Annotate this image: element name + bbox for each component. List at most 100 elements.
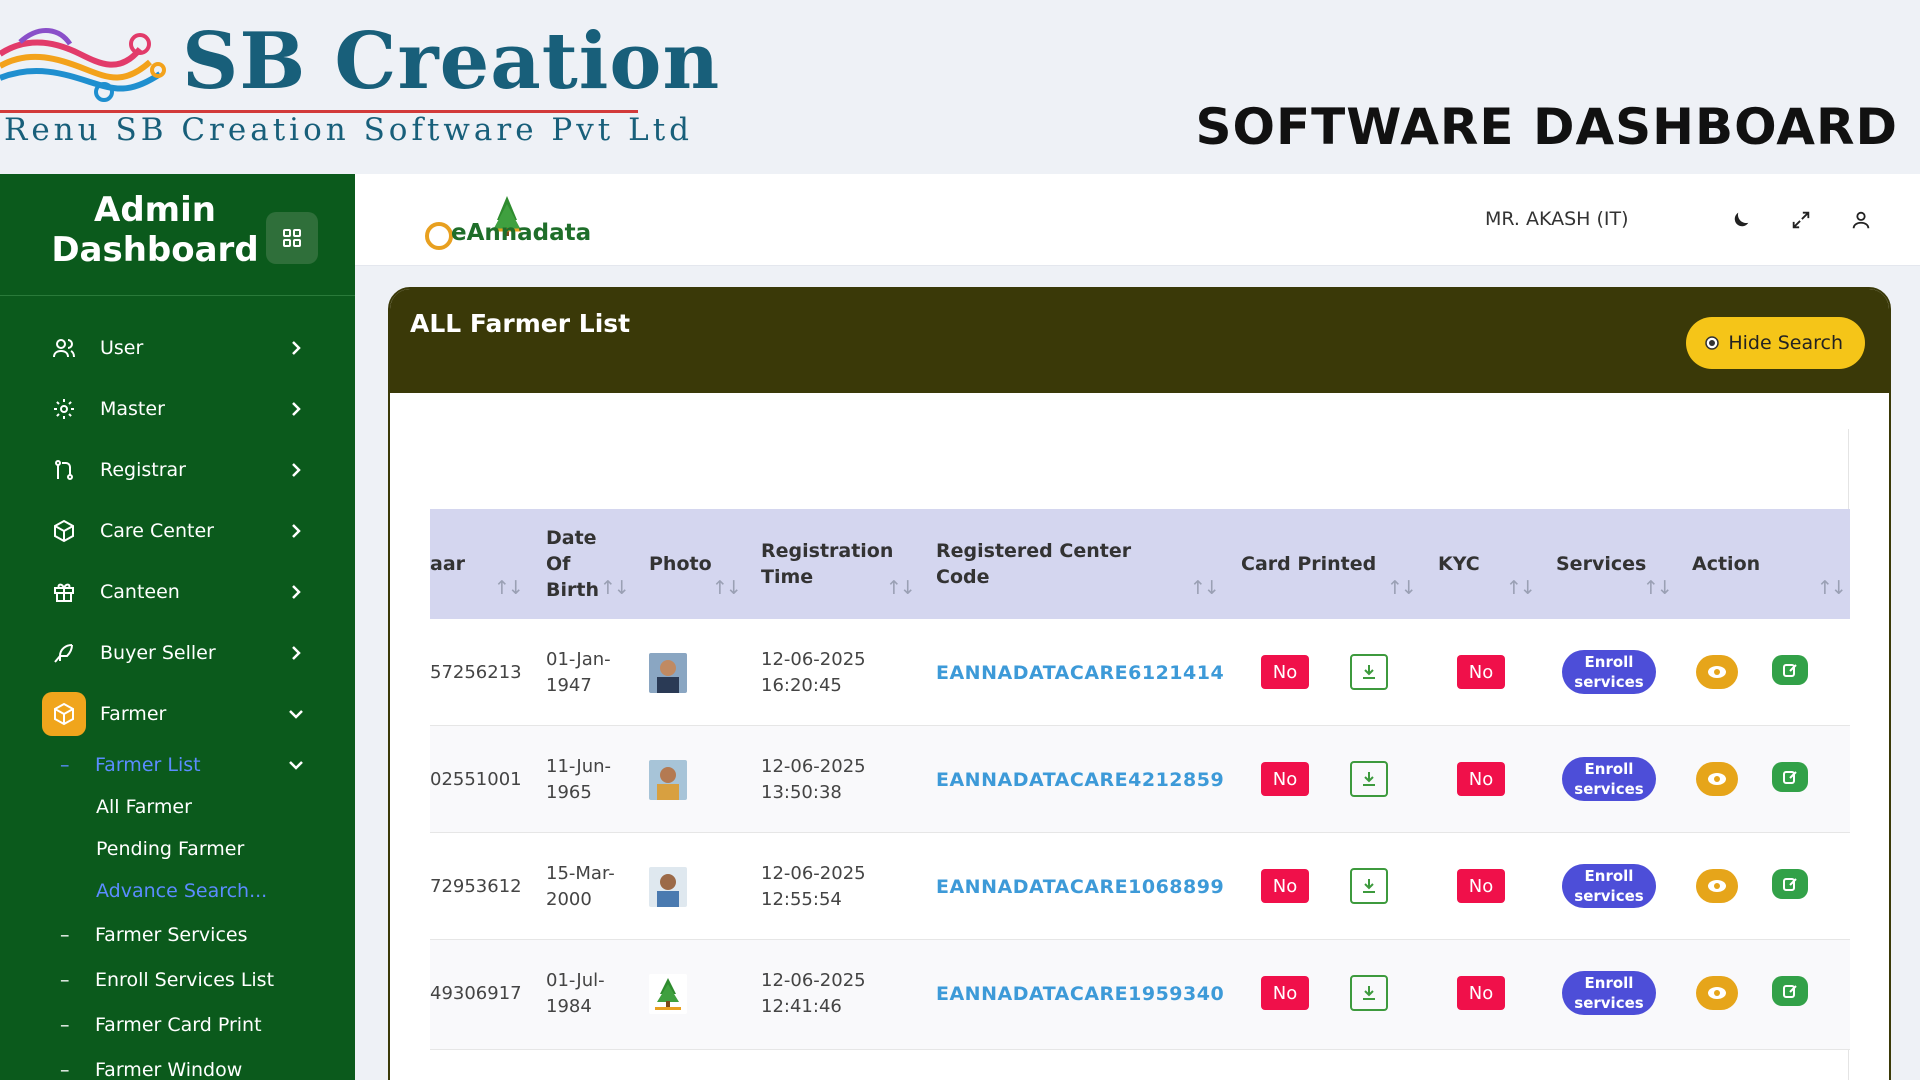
- submenu-all-farmer[interactable]: All Farmer: [0, 786, 355, 828]
- cell-center-code[interactable]: EANNADATACARE6121414: [936, 619, 1224, 726]
- farmer-photo[interactable]: [649, 974, 687, 1014]
- kyc-badge: No: [1457, 869, 1505, 903]
- download-card-button[interactable]: [1350, 761, 1388, 797]
- edit-button[interactable]: [1772, 762, 1808, 792]
- submenu-farmer-services[interactable]: – Farmer Services: [0, 912, 355, 957]
- eye-icon: [1705, 336, 1720, 350]
- chevron-right-icon: [288, 401, 304, 417]
- sidebar-item-farmer[interactable]: Farmer: [0, 683, 355, 744]
- enroll-services-button[interactable]: Enroll services: [1562, 971, 1656, 1015]
- cell-center-code[interactable]: EANNADATACARE1068899: [936, 833, 1224, 940]
- fullscreen-button[interactable]: [1787, 206, 1815, 234]
- enroll-services-button[interactable]: Enroll services: [1562, 864, 1656, 908]
- chevron-right-icon: [288, 462, 304, 478]
- gear-icon: [50, 395, 78, 423]
- download-card-button[interactable]: [1350, 975, 1388, 1011]
- table-row: 57256213 01-Jan- 1947 12-06-2025 16:20:45 …: [430, 619, 1850, 726]
- eye-icon: [1708, 880, 1726, 892]
- profile-button[interactable]: [1847, 206, 1875, 234]
- farmer-photo[interactable]: [649, 867, 687, 907]
- grid-icon: [283, 229, 301, 247]
- cell-registration-time: 12-06-2025 13:50:38: [761, 755, 866, 803]
- brand-banner: SB Creation Renu SB Creation Software Pv…: [0, 0, 719, 160]
- col-services[interactable]: Services: [1556, 509, 1656, 619]
- grid-toggle-button[interactable]: [266, 212, 318, 264]
- cell-dob: 01-Jul- 1984: [546, 969, 605, 1017]
- submenu-pending-farmer[interactable]: Pending Farmer: [0, 828, 355, 870]
- enroll-services-button[interactable]: Enroll services: [1562, 757, 1656, 801]
- submenu-farmer-window[interactable]: – Farmer Window: [0, 1047, 355, 1080]
- col-photo[interactable]: Photo: [649, 509, 729, 619]
- cell-center-code[interactable]: EANNADATACARE4212859: [936, 726, 1224, 833]
- download-icon: [1363, 986, 1375, 1000]
- table-row: 49306917 01-Jul- 1984 12-06-2025 12:41:46 …: [430, 940, 1850, 1050]
- sidebar-item-label: Master: [100, 397, 165, 420]
- sort-icon[interactable]: ↑↓: [1643, 577, 1673, 599]
- sidebar-item-care-center[interactable]: Care Center: [0, 500, 355, 561]
- col-date-of-birth[interactable]: Date Of Birth: [546, 509, 626, 619]
- chevron-down-icon: [288, 706, 304, 722]
- box-icon: [50, 517, 78, 545]
- cell-registration-time: 12-06-2025 12:55:54: [761, 862, 866, 910]
- dark-mode-toggle[interactable]: [1727, 206, 1755, 234]
- view-button[interactable]: [1696, 762, 1738, 796]
- sidebar-item-label: Farmer: [100, 702, 167, 725]
- submenu-enroll-services-list[interactable]: – Enroll Services List: [0, 957, 355, 1002]
- banner-title: SOFTWARE DASHBOARD: [1195, 98, 1898, 156]
- col-aadhaar[interactable]: aar: [430, 509, 530, 619]
- enroll-services-button[interactable]: Enroll services: [1562, 650, 1656, 694]
- sidebar-item-master[interactable]: Master: [0, 378, 355, 439]
- expand-icon: [1792, 211, 1810, 229]
- col-kyc[interactable]: KYC: [1438, 509, 1518, 619]
- farmer-photo[interactable]: [649, 760, 687, 800]
- brand-name: SB Creation: [182, 16, 721, 107]
- cell-dob: 15-Mar- 2000: [546, 862, 615, 910]
- eye-icon: [1708, 666, 1726, 678]
- sort-icon[interactable]: ↑↓: [1387, 577, 1417, 599]
- view-button[interactable]: [1696, 869, 1738, 903]
- sidebar-item-user[interactable]: User: [0, 317, 355, 378]
- hide-search-button[interactable]: Hide Search: [1686, 317, 1865, 369]
- sort-icon[interactable]: ↑↓: [494, 577, 524, 599]
- card-printed-badge: No: [1261, 762, 1309, 796]
- user-icon: [1852, 211, 1870, 229]
- view-button[interactable]: [1696, 655, 1738, 689]
- chevron-right-icon: [288, 523, 304, 539]
- col-card-printed[interactable]: Card Printed: [1241, 509, 1391, 619]
- cell-registration-time: 12-06-2025 12:41:46: [761, 969, 866, 1017]
- feather-icon: [50, 639, 78, 667]
- kyc-badge: No: [1457, 976, 1505, 1010]
- app-logo[interactable]: eAnnadata: [425, 190, 595, 260]
- table-row: 02551001 11-Jun- 1965 12-06-2025 13:50:38 …: [430, 726, 1850, 833]
- edit-button[interactable]: [1772, 976, 1808, 1006]
- sort-icon[interactable]: ↑↓: [712, 577, 742, 599]
- col-action[interactable]: Action: [1692, 509, 1792, 619]
- farmer-photo[interactable]: [649, 653, 687, 693]
- sort-icon[interactable]: ↑↓: [1506, 577, 1536, 599]
- sidebar-title: Admin Dashboard: [51, 190, 259, 270]
- submenu-farmer-card-print[interactable]: – Farmer Card Print: [0, 1002, 355, 1047]
- sort-icon[interactable]: ↑↓: [886, 577, 916, 599]
- sidebar-item-canteen[interactable]: Canteen: [0, 561, 355, 622]
- submenu-farmer-list[interactable]: – Farmer List: [0, 744, 355, 786]
- users-icon: [50, 334, 78, 362]
- farmer-submenu: – Farmer List All Farmer Pending Farmer …: [0, 744, 355, 1080]
- edit-button[interactable]: [1772, 655, 1808, 685]
- cell-registration-time: 12-06-2025 16:20:45: [761, 648, 866, 696]
- download-card-button[interactable]: [1350, 654, 1388, 690]
- chevron-right-icon: [288, 645, 304, 661]
- download-card-button[interactable]: [1350, 868, 1388, 904]
- sidebar-item-registrar[interactable]: Registrar: [0, 439, 355, 500]
- submenu-advance-search[interactable]: Advance Search...: [0, 870, 355, 912]
- sort-icon[interactable]: ↑↓: [1817, 577, 1847, 599]
- edit-icon: [1783, 985, 1797, 998]
- col-registration-time[interactable]: Registration Time: [761, 509, 911, 619]
- sort-icon[interactable]: ↑↓: [1190, 577, 1220, 599]
- cell-center-code[interactable]: EANNADATACARE1959340: [936, 940, 1224, 1047]
- sidebar-item-buyer-seller[interactable]: Buyer Seller: [0, 622, 355, 683]
- edit-button[interactable]: [1772, 869, 1808, 899]
- view-button[interactable]: [1696, 976, 1738, 1010]
- user-name[interactable]: MR. AKASH (IT): [1485, 208, 1629, 230]
- sort-icon[interactable]: ↑↓: [600, 577, 630, 599]
- col-registered-center-code[interactable]: Registered Center Code: [936, 509, 1186, 619]
